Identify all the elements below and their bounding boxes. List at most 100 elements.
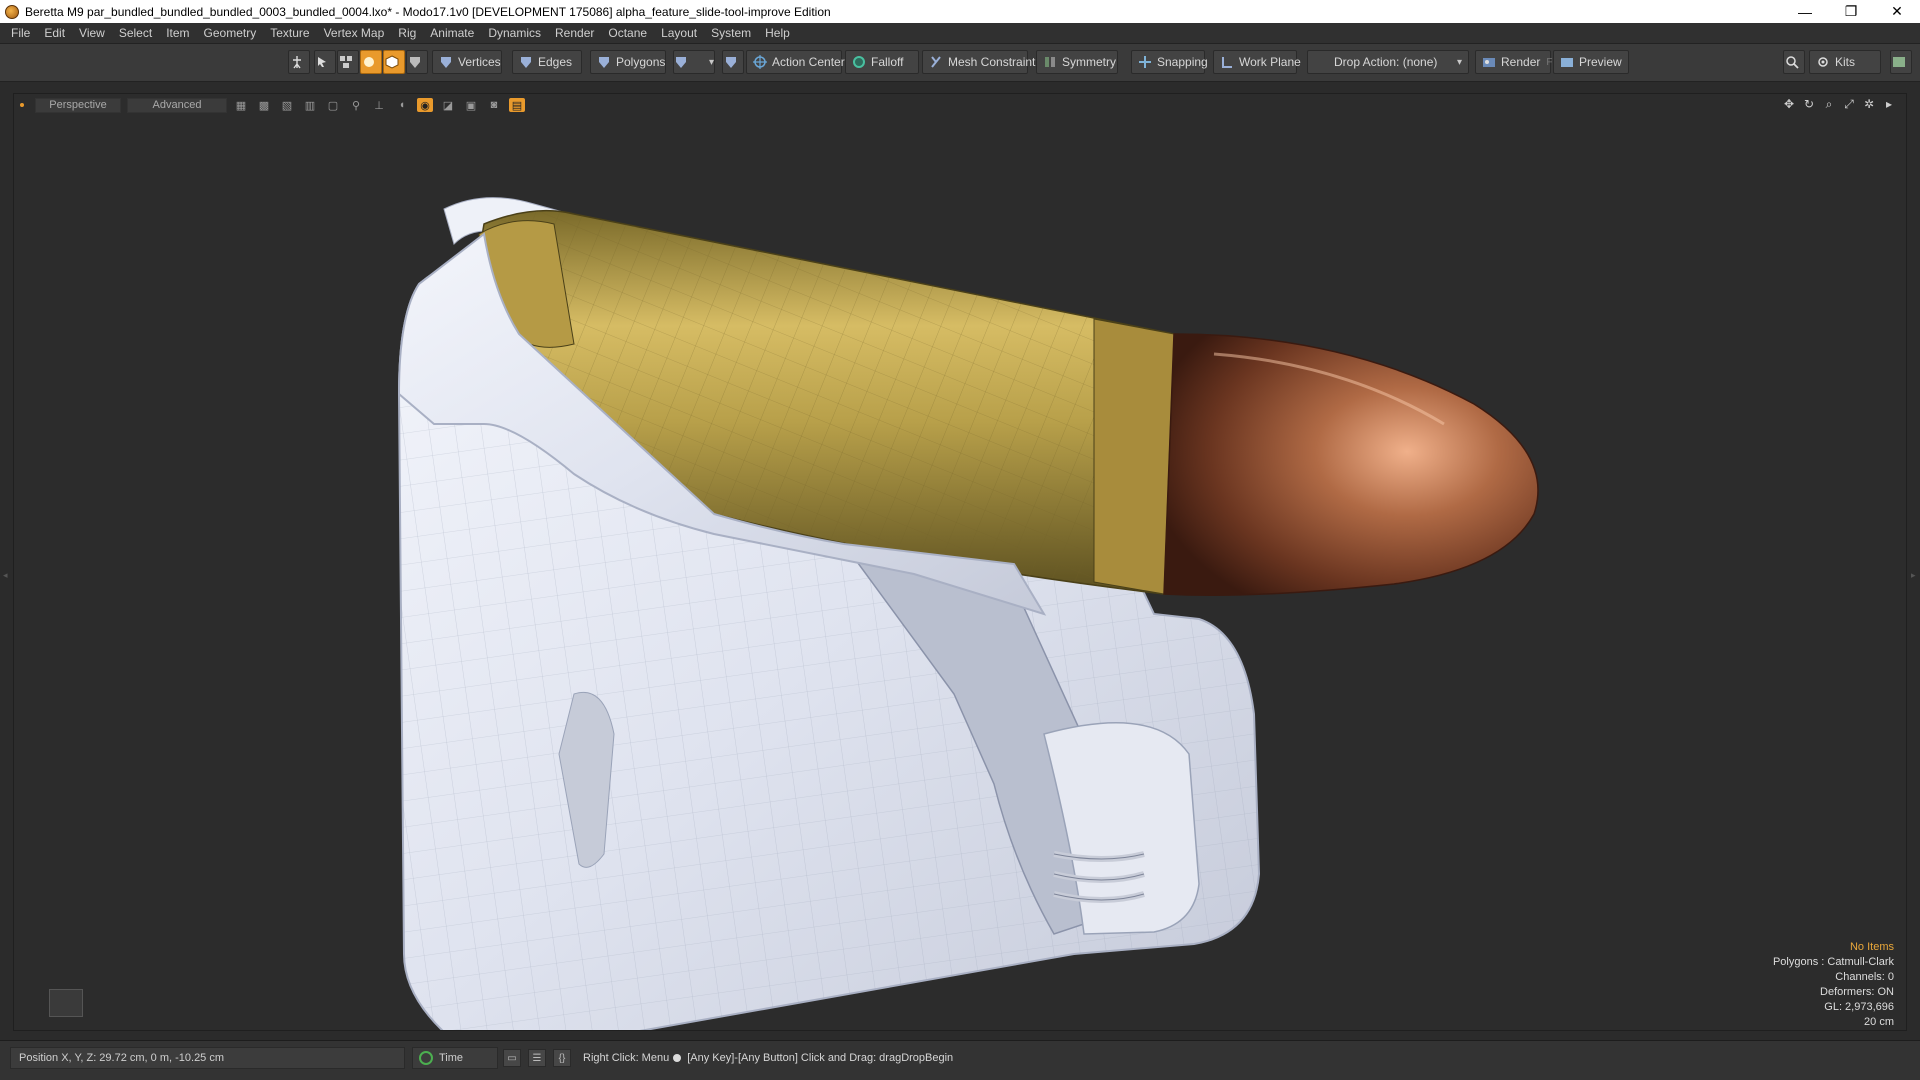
select-center-button[interactable] [406, 50, 428, 74]
menu-vertex-map[interactable]: Vertex Map [317, 23, 392, 44]
clock-icon [419, 1051, 433, 1065]
select-mode-button[interactable] [314, 50, 336, 74]
pattern-icon[interactable]: ▩ [256, 98, 272, 112]
snapping-button[interactable]: Snapping [1131, 50, 1208, 74]
menu-texture[interactable]: Texture [263, 23, 316, 44]
menu-octane[interactable]: Octane [601, 23, 654, 44]
symmetry-button[interactable]: Symmetry [1036, 50, 1118, 74]
menu-file[interactable]: File [4, 23, 37, 44]
vertices-mode-button[interactable]: Vertices [432, 50, 502, 74]
perspective-view-tab[interactable]: Perspective [35, 97, 121, 113]
polygons-info: Polygons : Catmull-Clark [1772, 956, 1894, 968]
restore-button[interactable]: ❐ [1828, 0, 1874, 23]
select-items-button[interactable] [337, 50, 359, 74]
rotate-icon[interactable]: ↻ [1802, 97, 1816, 111]
render-icon [1483, 58, 1495, 67]
preview-button[interactable]: Preview [1553, 50, 1629, 74]
bone-icon[interactable]: ⊥ [371, 98, 387, 112]
polygons-mode-button[interactable]: Polygons [590, 50, 666, 74]
viewport-header: Perspective Advanced ▦ ▩ ▧ ▥ ▢ ⚲ ⊥ ◖ ◉ ◪… [14, 94, 1906, 116]
kits-icon [1818, 57, 1828, 67]
menu-render[interactable]: Render [548, 23, 601, 44]
edges-icon [521, 57, 531, 68]
layout-toggle-button[interactable] [1890, 50, 1912, 74]
input-hint: Right Click: Menu [Any Key]-[Any Button] … [583, 1047, 953, 1069]
timeline-icon[interactable]: ▭ [503, 1049, 521, 1067]
visibility-button[interactable] [722, 50, 744, 74]
action-center-button[interactable]: Action Center [746, 50, 845, 74]
select-pivot-button[interactable] [383, 50, 405, 74]
time-button[interactable]: Time [412, 1047, 498, 1069]
close-button[interactable]: ✕ [1874, 0, 1920, 23]
stripes-icon[interactable]: ▥ [302, 98, 318, 112]
edges-mode-button[interactable]: Edges [512, 50, 582, 74]
shield-icon [409, 57, 420, 68]
menu-geometry[interactable]: Geometry [197, 23, 264, 44]
camera-icon[interactable]: ◙ [486, 98, 502, 112]
menu-item[interactable]: Item [159, 23, 196, 44]
render-preview-icon[interactable]: ▤ [509, 98, 525, 112]
work-plane-button[interactable]: Work Plane [1213, 50, 1301, 74]
bullet-tip [1163, 333, 1539, 596]
axis-gizmo [49, 989, 83, 1017]
modo-app-icon [5, 4, 19, 19]
falloff-button[interactable]: Falloff [845, 50, 919, 74]
auto-select-button[interactable] [288, 50, 310, 74]
advanced-shading-tab[interactable]: Advanced [127, 97, 227, 113]
menu-layout[interactable]: Layout [654, 23, 704, 44]
falloff-icon [853, 56, 865, 68]
viewport-indicator [20, 103, 24, 107]
menu-rig[interactable]: Rig [391, 23, 423, 44]
vertices-label: Vertices [458, 55, 501, 69]
edges-label: Edges [538, 55, 573, 69]
mesh-constraint-button[interactable]: Mesh Constraint [922, 50, 1035, 74]
wireframe-icon[interactable]: ▧ [279, 98, 295, 112]
pan-icon[interactable]: ✥ [1782, 97, 1796, 111]
channels-info: Channels: 0 [1835, 971, 1894, 983]
menu-select[interactable]: Select [112, 23, 159, 44]
menu-animate[interactable]: Animate [423, 23, 481, 44]
curve-icon[interactable]: ◖ [394, 98, 410, 112]
grid-icon[interactable]: ▦ [233, 98, 249, 112]
viewport-info: No Items Polygons : Catmull-Clark Channe… [1773, 940, 1894, 1030]
menu-view[interactable]: View [72, 23, 112, 44]
menu-edit[interactable]: Edit [37, 23, 72, 44]
kits-button[interactable]: Kits [1809, 50, 1881, 74]
deformers-info: Deformers: ON [1820, 986, 1894, 998]
item-mode-icon [676, 57, 686, 68]
status-bar: Position X, Y, Z: 29.72 cm, 0 m, -10.25 … [0, 1040, 1920, 1080]
layout-icon[interactable]: ☰ [528, 1049, 546, 1067]
expand-arrow-icon[interactable]: ▸ [1882, 97, 1896, 111]
frame-icon[interactable]: ▢ [325, 98, 341, 112]
right-panel-grip[interactable]: ▸ [1911, 570, 1917, 584]
snapping-label: Snapping [1157, 55, 1208, 69]
box-icon[interactable]: ▣ [463, 98, 479, 112]
maximize-icon[interactable]: ⤢ [1842, 97, 1856, 111]
preview-icon [1561, 58, 1573, 67]
select-arrow-icon [317, 57, 326, 67]
polygons-icon [599, 57, 609, 68]
settings-icon[interactable]: ✲ [1862, 97, 1876, 111]
menu-dynamics[interactable]: Dynamics [481, 23, 548, 44]
zoom-icon[interactable]: ⌕ [1822, 97, 1836, 111]
mesh-constraint-icon [931, 56, 941, 68]
search-icon [1785, 56, 1799, 69]
render-button[interactable]: Render F9 [1475, 50, 1558, 74]
minimize-button[interactable]: — [1782, 0, 1828, 23]
menu-system[interactable]: System [704, 23, 758, 44]
mouse-icon [673, 1054, 682, 1062]
shading-icon[interactable]: ◪ [440, 98, 456, 112]
search-button[interactable] [1783, 50, 1805, 74]
code-icon[interactable]: {} [553, 1049, 571, 1067]
3d-viewport[interactable]: Perspective Advanced ▦ ▩ ▧ ▥ ▢ ⚲ ⊥ ◖ ◉ ◪… [13, 93, 1907, 1031]
select-material-button[interactable] [360, 50, 382, 74]
panel-icon [1892, 57, 1905, 67]
texture-toggle-icon[interactable]: ◉ [417, 98, 433, 112]
time-label: Time [439, 1052, 464, 1064]
drop-action-dropdown[interactable]: Drop Action: (none) ▾ [1307, 50, 1469, 74]
crosshair-icon [753, 55, 767, 69]
selection-type-dropdown[interactable]: ▾ [673, 50, 715, 74]
person-icon[interactable]: ⚲ [348, 98, 364, 112]
menu-help[interactable]: Help [758, 23, 797, 44]
left-panel-grip[interactable]: ◂ [3, 570, 9, 584]
